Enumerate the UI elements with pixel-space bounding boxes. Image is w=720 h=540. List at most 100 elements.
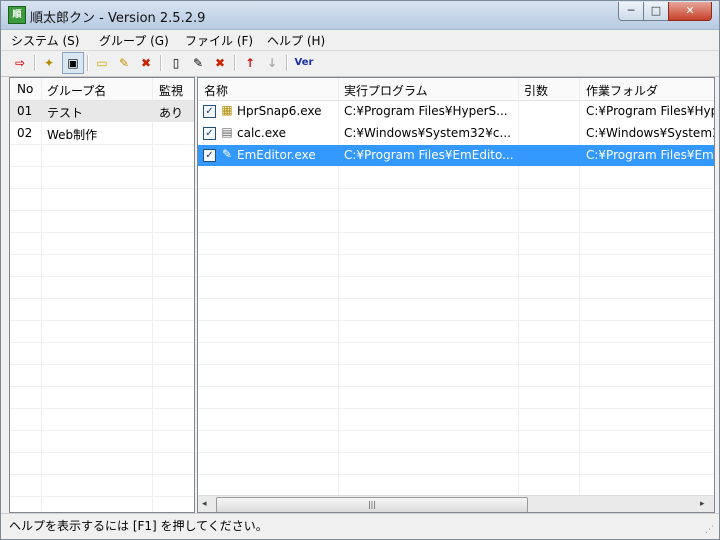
group-watch: あり	[159, 106, 184, 120]
folder-icon[interactable]: ▭	[93, 54, 111, 72]
resize-grip-icon[interactable]: ⋰	[705, 525, 714, 535]
toolbar-separator	[34, 55, 36, 71]
window-title: 順太郎クン - Version 2.5.2.9	[30, 11, 206, 26]
move-up-icon[interactable]: ↑	[241, 54, 259, 72]
version-icon[interactable]: Ver	[293, 54, 315, 72]
row-gridline	[198, 298, 714, 299]
row-gridline	[198, 430, 714, 431]
group-no: 02	[17, 126, 33, 140]
toolbar-separator	[160, 55, 162, 71]
row-gridline	[10, 188, 194, 189]
group-name: テスト	[47, 106, 84, 120]
row-gridline	[10, 144, 194, 145]
new-file-icon[interactable]: ▯	[167, 54, 185, 72]
file-program: C:¥Program Files¥EmEdito...	[344, 148, 514, 162]
group-list-header: No グループ名 監視	[10, 78, 194, 101]
move-down-icon[interactable]: ↓	[263, 54, 281, 72]
toolbar: ⇨ ✦ ▣ ▭ ✎ ✖ ▯ ✎ ✖ ↑ ↓ Ver	[1, 51, 719, 77]
column-header-name[interactable]: 名称	[204, 82, 228, 99]
group-row[interactable]: 01 テスト あり	[10, 101, 194, 122]
enabled-checkbox[interactable]: ✓	[203, 149, 216, 162]
menu-group[interactable]: グループ (G)	[97, 32, 171, 49]
row-gridline	[10, 496, 194, 497]
column-header-program[interactable]: 実行プログラム	[344, 82, 428, 99]
scroll-left-arrow-icon[interactable]: ◂	[202, 499, 207, 509]
menu-bar: システム (S) グループ (G) ファイル (F) ヘルプ (H)	[1, 30, 719, 51]
row-gridline	[198, 452, 714, 453]
file-work-folder: C:¥Windows¥System3	[586, 126, 714, 140]
app-leaf-icon[interactable]: 順	[8, 6, 26, 24]
file-edit-icon[interactable]: ✎	[189, 54, 207, 72]
new-group-icon[interactable]: ✦	[40, 54, 58, 72]
calculator-app-icon: ▤	[221, 125, 233, 139]
toolbar-separator	[286, 55, 288, 71]
row-gridline	[10, 232, 194, 233]
row-gridline	[198, 386, 714, 387]
scroll-right-arrow-icon[interactable]: ▸	[700, 499, 705, 509]
column-header-no[interactable]: No	[17, 82, 33, 96]
file-work-folder: C:¥Program Files¥Hyp	[586, 104, 714, 118]
enabled-checkbox[interactable]: ✓	[203, 127, 216, 140]
column-header-work-folder[interactable]: 作業フォルダ	[586, 82, 658, 99]
row-gridline	[198, 342, 714, 343]
column-header-watch[interactable]: 監視	[159, 82, 183, 99]
file-name: EmEditor.exe	[237, 148, 316, 162]
group-name: Web制作	[47, 128, 98, 142]
row-gridline	[10, 166, 194, 167]
group-row[interactable]: 02 Web制作	[10, 123, 194, 144]
file-row[interactable]: ✓ ✎ EmEditor.exe C:¥Program Files¥EmEdit…	[198, 145, 714, 166]
file-name: calc.exe	[237, 126, 286, 140]
horizontal-scrollbar[interactable]: ◂ ||| ▸	[198, 495, 714, 512]
row-gridline	[10, 386, 194, 387]
row-gridline	[10, 298, 194, 299]
column-header-args[interactable]: 引数	[524, 82, 548, 99]
group-list[interactable]: No グループ名 監視 01 テスト あり 02 Web制作	[9, 77, 195, 513]
close-button[interactable]: ✕	[668, 2, 712, 21]
row-gridline	[10, 474, 194, 475]
file-list-header: 名称 実行プログラム 引数 作業フォルダ	[198, 78, 714, 101]
row-gridline	[10, 364, 194, 365]
row-gridline	[198, 320, 714, 321]
exit-arrow-icon[interactable]: ⇨	[11, 54, 29, 72]
scrollbar-grip-icon: |||	[367, 500, 377, 509]
title-bar[interactable]: 順 順太郎クン - Version 2.5.2.9 ─ □ ✕	[1, 1, 719, 30]
menu-system[interactable]: システム (S)	[9, 32, 81, 49]
folder-edit-icon[interactable]: ✎	[115, 54, 133, 72]
file-row[interactable]: ✓ ▤ calc.exe C:¥Windows¥System32¥c... C:…	[198, 123, 714, 144]
row-gridline	[198, 474, 714, 475]
group-no: 01	[17, 104, 33, 118]
toolbar-separator	[87, 55, 89, 71]
file-delete-icon[interactable]: ✖	[211, 54, 229, 72]
folder-delete-icon[interactable]: ✖	[137, 54, 155, 72]
emeditor-app-icon: ✎	[221, 147, 233, 161]
file-list[interactable]: 名称 実行プログラム 引数 作業フォルダ ✓ ▦ HprSnap6.exe C:…	[197, 77, 715, 513]
row-gridline	[198, 408, 714, 409]
toolbar-separator	[234, 55, 236, 71]
maximize-button[interactable]: □	[643, 2, 669, 21]
edit-group-icon[interactable]: ▣	[62, 52, 84, 74]
row-gridline	[198, 210, 714, 211]
row-gridline	[10, 276, 194, 277]
enabled-checkbox[interactable]: ✓	[203, 105, 216, 118]
row-gridline	[10, 408, 194, 409]
row-gridline	[198, 364, 714, 365]
row-gridline	[10, 254, 194, 255]
row-gridline	[198, 232, 714, 233]
minimize-button[interactable]: ─	[618, 2, 644, 21]
hypersnap-app-icon: ▦	[221, 103, 233, 117]
menu-file[interactable]: ファイル (F)	[183, 32, 255, 49]
status-text: ヘルプを表示するには [F1] を押してください。	[9, 519, 268, 533]
column-header-group-name[interactable]: グループ名	[47, 82, 106, 99]
file-row[interactable]: ✓ ▦ HprSnap6.exe C:¥Program Files¥HyperS…	[198, 101, 714, 122]
scrollbar-thumb[interactable]: |||	[216, 497, 528, 512]
menu-help[interactable]: ヘルプ (H)	[265, 32, 327, 49]
row-gridline	[10, 320, 194, 321]
row-gridline	[198, 276, 714, 277]
row-gridline	[10, 210, 194, 211]
row-gridline	[10, 452, 194, 453]
row-gridline	[198, 254, 714, 255]
file-work-folder: C:¥Program Files¥Em	[586, 148, 714, 162]
app-window: 順 順太郎クン - Version 2.5.2.9 ─ □ ✕ システム (S)…	[0, 0, 720, 540]
file-program: C:¥Windows¥System32¥c...	[344, 126, 511, 140]
row-gridline	[10, 430, 194, 431]
